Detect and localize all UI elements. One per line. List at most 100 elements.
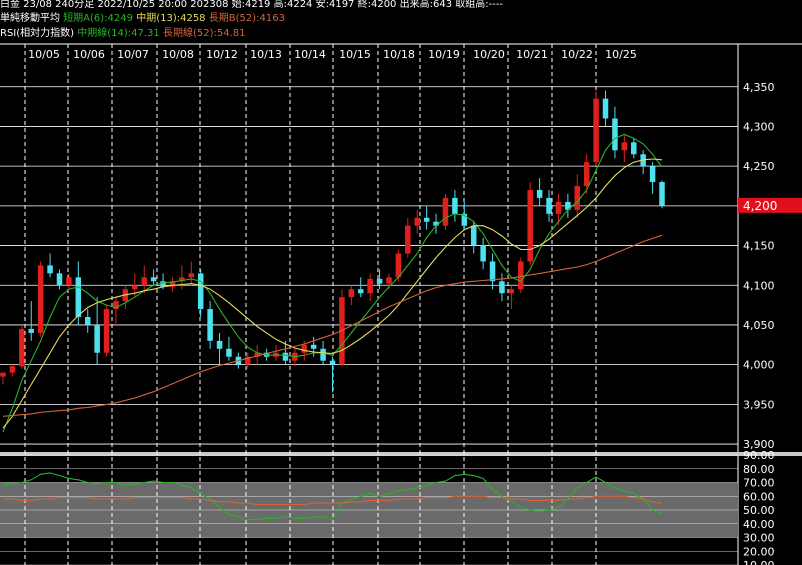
price-tick-label: 4,150 [743, 240, 775, 253]
date-tick-label: 10/07 [117, 48, 149, 61]
rsi-tick-label: 70.00 [743, 477, 775, 490]
price-tick-label: 4,050 [743, 319, 775, 332]
date-tick-label: 10/18 [383, 48, 415, 61]
candle-body [649, 166, 656, 183]
date-tick-label: 10/13 [250, 48, 282, 61]
rsi-tick-label: 90.00 [743, 449, 775, 462]
candle-body [452, 197, 458, 214]
price-tick-label: 3,950 [743, 398, 775, 411]
candle-body [527, 189, 533, 262]
ma-legend: 単純移動平均 短期A(6):4249 中期(13):4258 長期B(52):4… [0, 12, 285, 26]
chart-canvas: 4,350 4,300 4,250 4,200 4,150 4,100 4,050 4,000… [0, 43, 802, 565]
candle-body [442, 197, 449, 226]
candle-body [310, 344, 317, 349]
candle-body [386, 277, 392, 284]
rsi-tick-label: 10.00 [743, 559, 775, 565]
candle-body [659, 182, 665, 206]
rsi-legend: RSI(相対力指数) 中期線(14):47.31 長期線(52):54.81 [0, 27, 246, 41]
candle-body [367, 278, 373, 294]
candle-body [75, 277, 82, 318]
candle-body [141, 277, 147, 286]
candle-body [0, 372, 6, 377]
candle-body [216, 340, 223, 349]
rsi-mid-label: 中期線(14):47.31 [77, 28, 160, 39]
price-tick-label: 4,250 [743, 160, 775, 173]
date-tick-label: 10/06 [73, 48, 105, 61]
candle-body [56, 273, 63, 286]
candle-body [621, 142, 628, 151]
rsi-tick-label: 20.00 [743, 545, 775, 558]
price-tick-label: 4,300 [743, 120, 775, 133]
candle-body [593, 98, 599, 163]
rsi-tick-label: 80.00 [743, 463, 775, 476]
candle-body [47, 265, 53, 274]
candle-body [357, 289, 364, 294]
candle-body [631, 142, 637, 155]
candle-body [188, 273, 195, 278]
rsi-long-label: 長期線(52):54.81 [162, 28, 246, 39]
candle-body [508, 289, 515, 294]
candle-body [405, 225, 411, 254]
candle-body [518, 261, 524, 290]
candle-body [150, 277, 157, 282]
candle-body [470, 225, 477, 246]
ma-long-label: 長期B(52):4163 [208, 13, 285, 24]
date-tick-label: 10/19 [428, 48, 460, 61]
price-tick-label: 4,000 [743, 359, 775, 372]
date-tick-label: 10/21 [516, 48, 548, 61]
ma-title: 単純移動平均 [0, 13, 60, 24]
candle-body [132, 285, 138, 290]
date-tick-label: 10/05 [28, 48, 60, 61]
candle-body [66, 277, 72, 286]
rsi-tick-label: 40.00 [743, 518, 775, 531]
date-tick-label: 10/20 [473, 48, 505, 61]
candle-body [602, 98, 609, 119]
last-price-label: 4,200 [743, 199, 777, 213]
candle-body [19, 328, 25, 367]
candle-body [320, 348, 326, 361]
candle-body [489, 261, 496, 282]
candle-body [423, 217, 430, 222]
date-tick-label: 10/22 [561, 48, 593, 61]
date-tick-label: 10/25 [605, 48, 637, 61]
candle-body [546, 197, 552, 214]
candle-body [376, 278, 383, 284]
candle-body [348, 289, 355, 298]
date-tick-label: 10/15 [339, 48, 371, 61]
candle-body [536, 189, 543, 198]
ma-short-label: 短期A(6):4249 [63, 13, 134, 24]
date-tick-label: 10/12 [206, 48, 238, 61]
ma-mid-label: 中期(13):4258 [136, 13, 206, 24]
candle-body [555, 201, 562, 214]
candle-body [414, 217, 420, 226]
rsi-tick-label: 50.00 [743, 504, 775, 517]
panel-separator [0, 452, 802, 456]
price-tick-label: 4,350 [743, 81, 775, 94]
rsi-tick-label: 30.00 [743, 532, 775, 545]
date-tick-label: 10/08 [162, 48, 194, 61]
candle-body [84, 317, 91, 325]
rsi-panel [0, 454, 738, 565]
instrument-info: 白金 23/08 240分足 2022/10/25 20:00 202308 始… [0, 0, 504, 10]
candle-body [583, 162, 590, 187]
candle-body [28, 328, 34, 333]
candle-body [103, 309, 110, 353]
candle-body [37, 265, 44, 333]
header-info: 白金 23/08 240分足 2022/10/25 20:00 202308 始… [0, 0, 503, 12]
candle-body [207, 309, 213, 341]
candle-body [329, 360, 336, 365]
candle-body [395, 253, 402, 278]
candle-body [499, 281, 505, 294]
candle-body [282, 352, 289, 361]
date-tick-label: 10/14 [294, 48, 326, 61]
candle-body [612, 118, 618, 151]
candle-body [94, 324, 100, 353]
candle-body [301, 344, 308, 353]
candle-body [9, 366, 16, 373]
rsi-tick-label: 60.00 [743, 490, 775, 503]
price-tick-label: 4,100 [743, 279, 775, 292]
candle-body [226, 348, 232, 357]
rsi-title: RSI(相対力指数) [0, 28, 75, 39]
candle-body [480, 245, 486, 262]
candle-body [574, 186, 581, 210]
